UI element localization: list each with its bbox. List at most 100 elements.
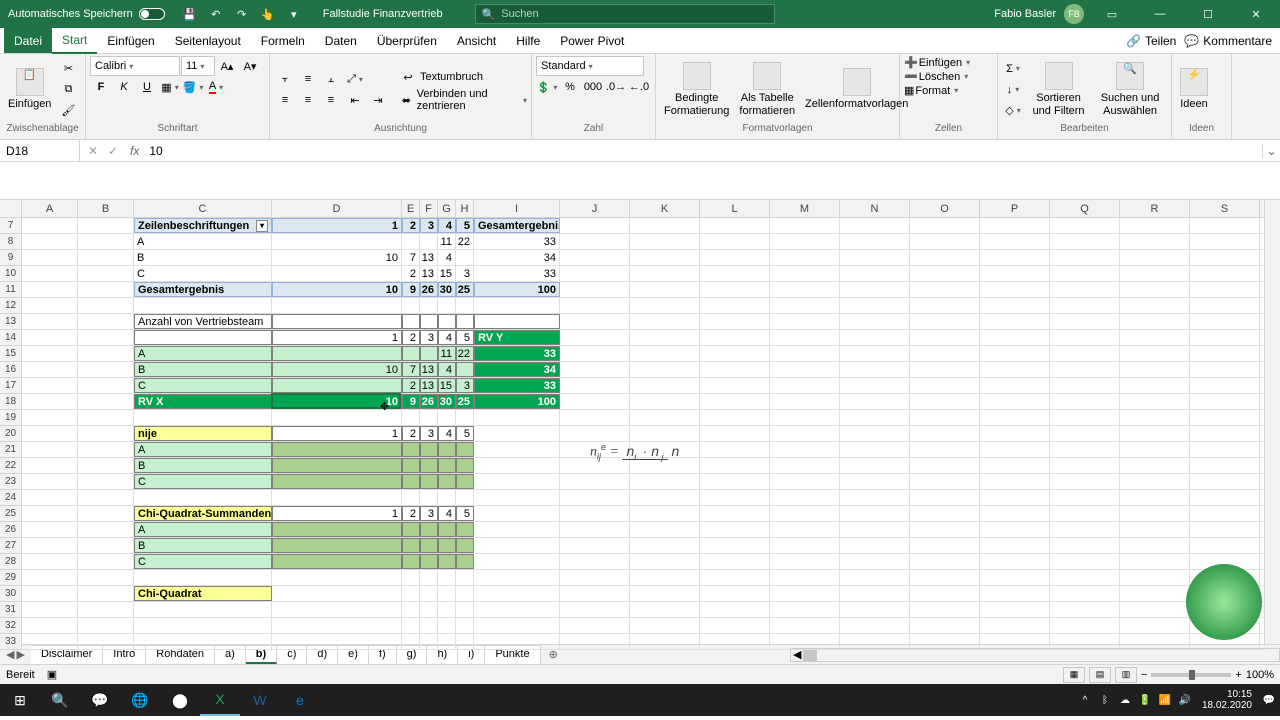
maximize-icon[interactable]: ☐ — [1188, 0, 1228, 28]
row-header[interactable]: 18 — [0, 394, 21, 410]
row-header[interactable]: 7 — [0, 218, 21, 234]
undo-icon[interactable]: ↶ — [205, 3, 227, 25]
clear-icon[interactable]: ◇ — [1002, 101, 1024, 121]
row-header[interactable]: 32 — [0, 618, 21, 634]
close-icon[interactable]: ✕ — [1236, 0, 1276, 28]
grid-body[interactable]: Zeilenbeschriftungen▾12345Gesamtergebnis… — [22, 218, 1264, 650]
wifi-icon[interactable]: 📶 — [1156, 691, 1174, 709]
indent-decrease-icon[interactable]: ⇤ — [344, 90, 366, 110]
col-header[interactable]: B — [78, 200, 134, 217]
format-as-table-button[interactable]: Als Tabelle formatieren — [735, 60, 799, 118]
col-header[interactable]: E — [402, 200, 420, 217]
obs-icon[interactable]: ⬤ — [160, 684, 200, 716]
battery-icon[interactable]: 🔋 — [1136, 691, 1154, 709]
align-middle-icon[interactable]: ≡ — [297, 69, 319, 89]
row-header[interactable]: 8 — [0, 234, 21, 250]
merge-center-button[interactable]: ⬌Verbinden und zentrieren — [397, 88, 527, 112]
delete-cells-button[interactable]: ➖ Löschen — [904, 70, 968, 83]
col-header[interactable]: H — [456, 200, 474, 217]
tab-view[interactable]: Ansicht — [447, 28, 506, 53]
save-icon[interactable]: 💾 — [179, 3, 201, 25]
search-taskbar-icon[interactable]: 🔍 — [40, 684, 80, 716]
autosum-icon[interactable]: Σ — [1002, 59, 1024, 79]
column-headers[interactable]: ABCDEFGHIJKLMNOPQRS — [22, 200, 1264, 218]
filter-icon[interactable]: ▾ — [256, 220, 268, 232]
excel-icon[interactable]: X — [200, 684, 240, 716]
start-icon[interactable]: ⊞ — [0, 684, 40, 716]
row-header[interactable]: 11 — [0, 282, 21, 298]
cancel-formula-icon[interactable]: ✕ — [84, 144, 102, 158]
col-header[interactable]: S — [1190, 200, 1260, 217]
onedrive-icon[interactable]: ☁ — [1116, 691, 1134, 709]
number-format-combo[interactable]: Standard — [536, 56, 644, 76]
col-header[interactable]: P — [980, 200, 1050, 217]
col-header[interactable]: O — [910, 200, 980, 217]
tab-powerpivot[interactable]: Power Pivot — [550, 28, 634, 53]
tab-insert[interactable]: Einfügen — [97, 28, 164, 53]
toggle-icon[interactable] — [139, 8, 165, 20]
share-button[interactable]: 🔗 Teilen — [1126, 34, 1176, 48]
dropdown-icon[interactable]: ▾ — [283, 3, 305, 25]
row-header[interactable]: 31 — [0, 602, 21, 618]
insert-cells-button[interactable]: ➕ Einfügen — [904, 56, 970, 69]
underline-button[interactable]: U — [136, 77, 158, 97]
row-header[interactable]: 16 — [0, 362, 21, 378]
row-header[interactable]: 23 — [0, 474, 21, 490]
select-all-corner[interactable] — [0, 200, 22, 218]
border-icon[interactable]: ▦ — [159, 77, 181, 97]
normal-view-icon[interactable]: ▦ — [1063, 667, 1085, 683]
zoom-level[interactable]: 100% — [1246, 669, 1274, 681]
bluetooth-icon[interactable]: ᛒ — [1096, 691, 1114, 709]
row-header[interactable]: 10 — [0, 266, 21, 282]
app-icon[interactable]: 💬 — [80, 684, 120, 716]
row-headers[interactable]: 7891011121314151617181920212223242526272… — [0, 218, 22, 650]
italic-button[interactable]: K — [113, 77, 135, 97]
row-header[interactable]: 13 — [0, 314, 21, 330]
formula-input[interactable]: 10 — [143, 144, 1262, 158]
touch-icon[interactable]: 👆 — [257, 3, 279, 25]
row-header[interactable]: 30 — [0, 586, 21, 602]
user-avatar[interactable]: FB — [1064, 4, 1084, 24]
chrome-icon[interactable]: 🌐 — [120, 684, 160, 716]
col-header[interactable]: G — [438, 200, 456, 217]
row-header[interactable]: 9 — [0, 250, 21, 266]
tab-formulas[interactable]: Formeln — [251, 28, 315, 53]
tab-layout[interactable]: Seitenlayout — [165, 28, 251, 53]
row-header[interactable]: 15 — [0, 346, 21, 362]
copy-icon[interactable]: ⧉ — [57, 80, 79, 100]
clock[interactable]: 10:15 18.02.2020 — [1196, 689, 1258, 711]
minimize-icon[interactable]: — — [1140, 0, 1180, 28]
percent-icon[interactable]: % — [559, 77, 581, 97]
page-break-view-icon[interactable]: ▥ — [1115, 667, 1137, 683]
orientation-icon[interactable]: ⤢ — [344, 69, 366, 89]
vertical-scrollbar[interactable] — [1264, 200, 1280, 644]
font-size-combo[interactable]: 11 — [181, 56, 215, 76]
format-cells-button[interactable]: ▦ Format — [904, 84, 958, 97]
col-header[interactable]: L — [700, 200, 770, 217]
bold-button[interactable]: F — [90, 77, 112, 97]
increase-decimal-icon[interactable]: .0→ — [605, 77, 627, 97]
currency-icon[interactable]: 💲 — [536, 77, 558, 97]
col-header[interactable]: K — [630, 200, 700, 217]
align-top-icon[interactable]: ⫟ — [274, 69, 296, 89]
spreadsheet-grid[interactable]: ABCDEFGHIJKLMNOPQRS 78910111213141516171… — [0, 200, 1280, 644]
word-icon[interactable]: W — [240, 684, 280, 716]
font-color-icon[interactable]: A — [205, 77, 227, 97]
col-header[interactable]: Q — [1050, 200, 1120, 217]
row-header[interactable]: 28 — [0, 554, 21, 570]
comments-button[interactable]: 💬 Kommentare — [1184, 34, 1272, 48]
shrink-font-icon[interactable]: A▾ — [239, 56, 261, 76]
row-header[interactable]: 33 — [0, 634, 21, 650]
expand-formula-icon[interactable]: ⌄ — [1262, 144, 1280, 158]
row-header[interactable]: 14 — [0, 330, 21, 346]
align-left-icon[interactable]: ≡ — [274, 90, 296, 110]
row-header[interactable]: 27 — [0, 538, 21, 554]
macro-record-icon[interactable]: ▣ — [47, 668, 57, 681]
find-select-button[interactable]: 🔍Suchen und Auswählen — [1093, 60, 1167, 118]
redo-icon[interactable]: ↷ — [231, 3, 253, 25]
notifications-icon[interactable]: 💬 — [1260, 691, 1278, 709]
align-center-icon[interactable]: ≡ — [297, 90, 319, 110]
tray-up-icon[interactable]: ^ — [1076, 691, 1094, 709]
zoom-out-icon[interactable]: − — [1141, 669, 1147, 681]
col-header[interactable]: A — [22, 200, 78, 217]
